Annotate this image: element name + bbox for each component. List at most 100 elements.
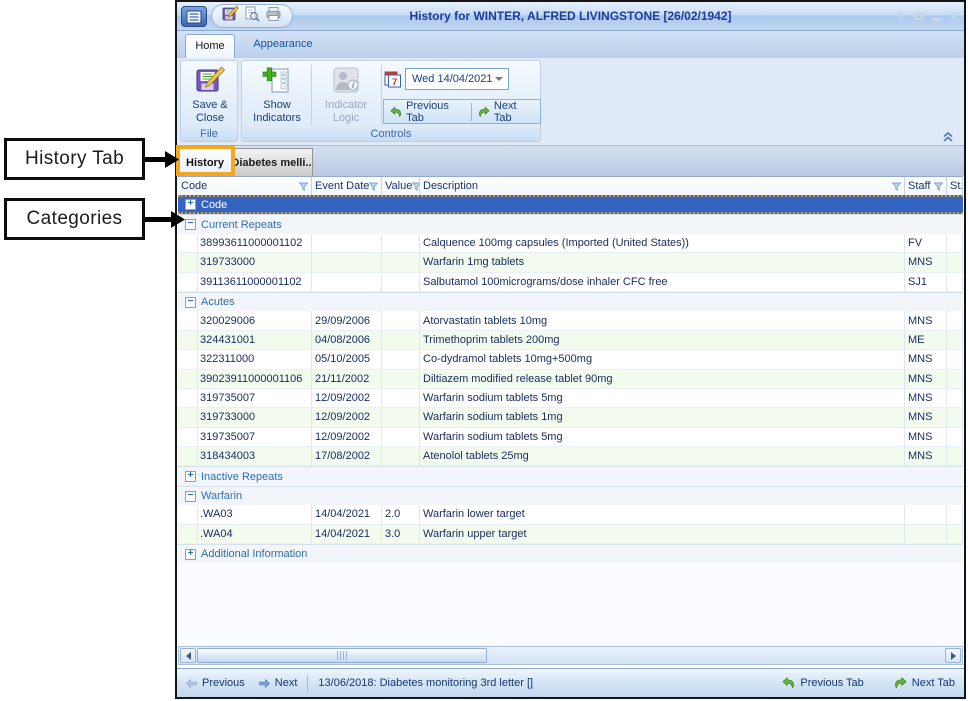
cell-value: [382, 331, 420, 349]
expand-icon[interactable]: +: [185, 549, 196, 560]
cell-description: Diltiazem modified release tablet 90mg: [420, 370, 905, 388]
history-tab-highlight: [176, 145, 235, 176]
restore-button[interactable]: [914, 12, 923, 20]
cell-event-date: 21/11/2002: [312, 370, 382, 388]
cell-status: [947, 428, 963, 446]
column-header-code[interactable]: Code: [178, 177, 312, 195]
table-body: +Code−Current Repeats38993611000001102 Ca…: [178, 195, 963, 646]
ribbon-tab-strip: Home Appearance: [177, 31, 964, 58]
cell-staff: MNS: [905, 370, 947, 388]
cell-status: [947, 389, 963, 407]
table-row[interactable]: 38993611000001102 Calquence 100mg capsule…: [178, 234, 963, 253]
table-row[interactable]: 31973500712/09/2002Warfarin sodium table…: [178, 428, 963, 447]
close-button[interactable]: X: [950, 9, 958, 23]
minimize-button[interactable]: [932, 18, 941, 21]
scroll-right-button[interactable]: [945, 648, 961, 663]
tab-diabetes[interactable]: Diabetes melli...: [233, 148, 313, 176]
cell-staff: MNS: [905, 408, 947, 426]
collapse-ribbon-button[interactable]: [942, 130, 956, 142]
next-button[interactable]: Next: [259, 677, 298, 689]
category-row[interactable]: +Inactive Repeats: [178, 466, 963, 485]
collapse-icon[interactable]: −: [185, 491, 196, 502]
previous-tab-label: Previous Tab: [800, 677, 863, 689]
filter-icon[interactable]: [412, 182, 420, 191]
collapse-icon[interactable]: −: [185, 297, 196, 308]
table-row[interactable]: .WA0314/04/20212.0Warfarin lower target: [178, 505, 963, 524]
previous-button[interactable]: Previous: [186, 677, 245, 689]
category-label: Acutes: [201, 296, 235, 308]
cell-event-date: [312, 234, 382, 252]
ribbon-separator: [311, 65, 312, 125]
table-row[interactable]: 39113611000001102Salbutamol 100microgram…: [178, 273, 963, 292]
cell-event-date: 04/08/2006: [312, 331, 382, 349]
tab-home[interactable]: Home: [185, 34, 235, 58]
cell-event-date: 17/08/2002: [312, 447, 382, 465]
category-row[interactable]: −Current Repeats: [178, 214, 963, 233]
next-tab-label: Next Tab: [494, 100, 534, 124]
cell-event-date: 14/04/2021: [312, 525, 382, 543]
filter-icon[interactable]: [892, 182, 901, 191]
curved-arrow-right-icon: [894, 677, 907, 689]
previous-label: Previous: [202, 677, 245, 689]
cell-value: [382, 273, 420, 291]
save-close-label-line1: Save &: [192, 99, 227, 111]
category-label: Additional Information: [201, 548, 307, 560]
collapse-icon[interactable]: −: [185, 219, 196, 230]
arrow-left-icon: [186, 679, 197, 688]
help-button[interactable]: ?: [898, 9, 905, 23]
cell-status: [947, 234, 963, 252]
table-row[interactable]: 319733000Warfarin 1mg tabletsMNS: [178, 253, 963, 272]
cell-event-date: 29/09/2006: [312, 311, 382, 329]
next-tab-label: Next Tab: [912, 677, 955, 689]
table-row[interactable]: 31973500712/09/2002Warfarin sodium table…: [178, 389, 963, 408]
previous-tab-button[interactable]: Previous Tab: [384, 100, 471, 123]
cell-value: [382, 389, 420, 407]
cell-event-date: [312, 253, 382, 271]
save-close-button[interactable]: Save & Close: [183, 62, 237, 128]
dropdown-arrow-icon[interactable]: [495, 77, 503, 81]
filter-icon[interactable]: [369, 182, 378, 191]
column-header-staff[interactable]: Staff: [905, 177, 947, 195]
horizontal-scrollbar[interactable]: [178, 646, 963, 665]
cell-code: 38993611000001102: [178, 234, 312, 252]
expand-icon[interactable]: +: [185, 471, 196, 482]
table-row[interactable]: 31973300012/09/2002Warfarin sodium table…: [178, 408, 963, 427]
cell-event-date: 12/09/2002: [312, 428, 382, 446]
scrollbar-thumb[interactable]: [197, 648, 487, 663]
next-tab-button-status[interactable]: Next Tab: [894, 677, 955, 689]
window-controls: ? X: [898, 9, 958, 23]
next-tab-button[interactable]: Next Tab: [472, 100, 540, 123]
show-indicators-button[interactable]: Show Indicators: [244, 62, 310, 128]
table-row[interactable]: 32002900629/09/2006Atorvastatin tablets …: [178, 311, 963, 330]
category-row[interactable]: −Acutes: [178, 292, 963, 311]
table-row[interactable]: 32231100005/10/2005Co-dydramol tablets 1…: [178, 350, 963, 369]
column-header-description[interactable]: Description: [420, 177, 905, 195]
expand-icon[interactable]: +: [185, 199, 196, 210]
cell-status: [947, 331, 963, 349]
filter-icon[interactable]: [299, 182, 308, 191]
column-header-value[interactable]: Value: [382, 177, 420, 195]
curved-arrow-right-icon: [478, 106, 490, 118]
table-row[interactable]: 32443100104/08/2006Trimethoprim tablets …: [178, 331, 963, 350]
cell-code: 39113611000001102: [178, 273, 312, 291]
cell-value: [382, 447, 420, 465]
filter-icon[interactable]: [934, 182, 943, 191]
table-row[interactable]: .WA0414/04/20213.0Warfarin upper target: [178, 525, 963, 544]
category-row[interactable]: + Additional Information: [178, 544, 963, 563]
selected-row[interactable]: +Code: [178, 195, 963, 214]
column-header-st[interactable]: St..: [947, 177, 963, 195]
tab-appearance[interactable]: Appearance: [241, 31, 325, 58]
previous-tab-label: Previous Tab: [406, 100, 465, 124]
column-header-eventdate[interactable]: Event Date: [312, 177, 382, 195]
date-picker[interactable]: Wed 14/04/2021: [405, 68, 509, 90]
date-picker-value: Wed 14/04/2021: [412, 73, 493, 85]
scroll-left-button[interactable]: [180, 648, 196, 663]
cell-status: [947, 505, 963, 523]
column-header-label: St..: [950, 180, 963, 192]
arrow-right-icon: [259, 679, 270, 688]
table-row[interactable]: 3902391100000110621/11/2002Diltiazem mod…: [178, 370, 963, 389]
table-row[interactable]: 31843400317/08/2002Atenolol tablets 25mg…: [178, 447, 963, 466]
cell-description: Calquence 100mg capsules (Imported (Unit…: [420, 234, 905, 252]
category-row[interactable]: −Warfarin: [178, 486, 963, 505]
previous-tab-button-status[interactable]: Previous Tab: [782, 677, 863, 689]
